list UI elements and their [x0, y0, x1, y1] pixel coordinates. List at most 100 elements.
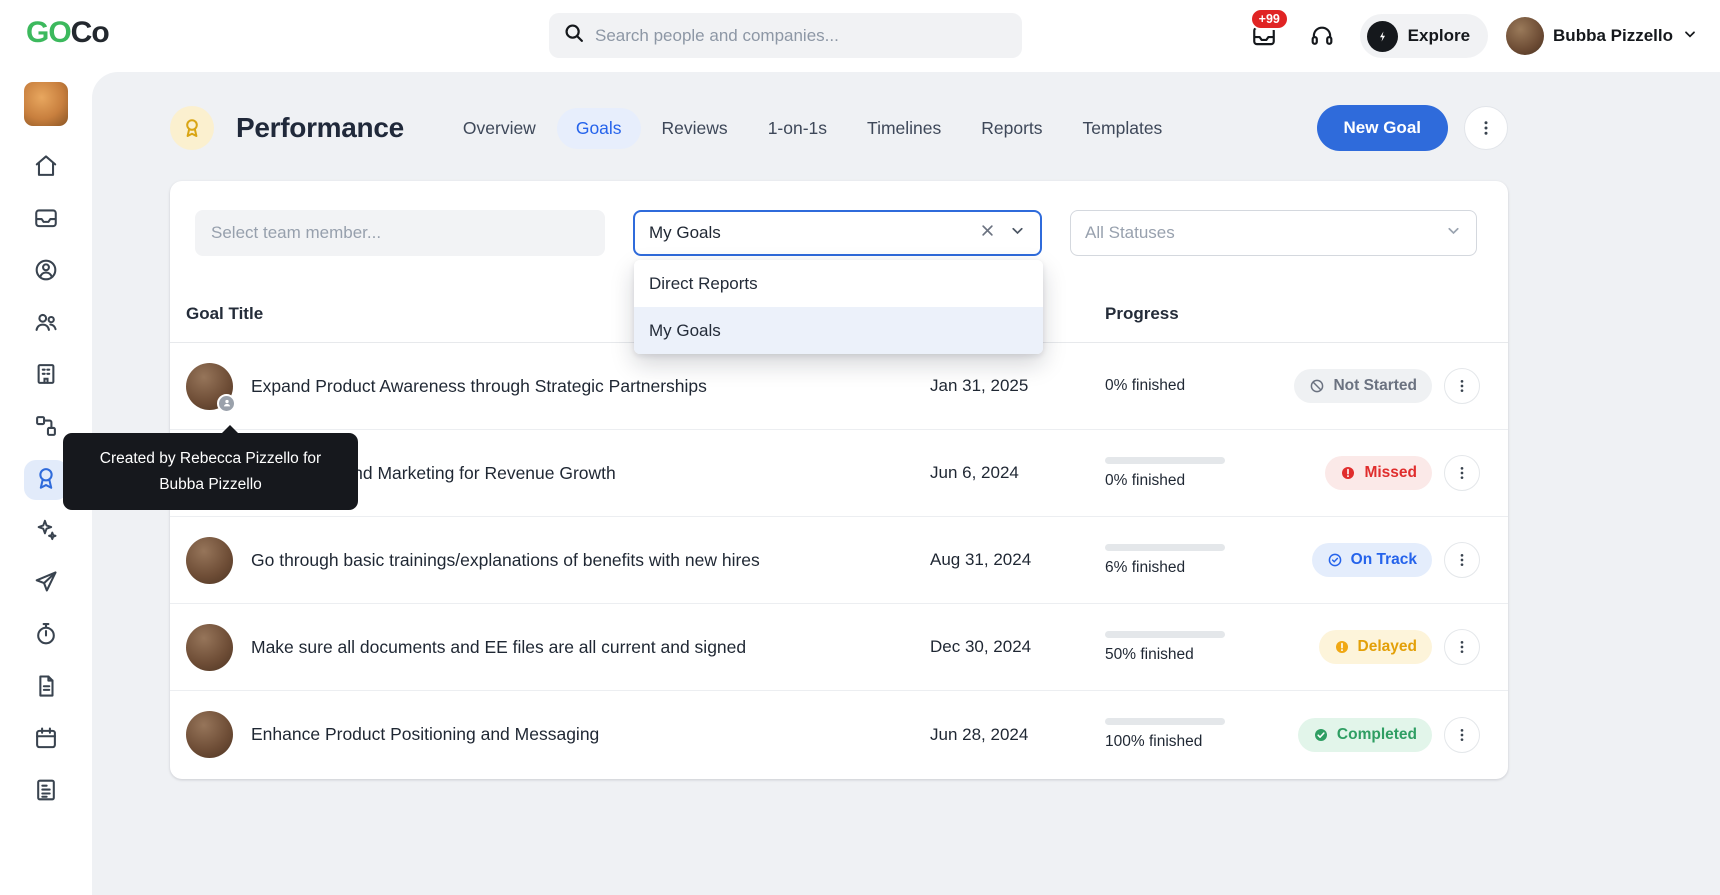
- tab-reviews[interactable]: Reviews: [643, 108, 747, 149]
- topbar: GOCo +99 Explore Bubba Pizzello: [0, 0, 1720, 72]
- building-icon: [33, 361, 59, 392]
- progress-text: 6% finished: [1105, 558, 1186, 576]
- goals-filters: My Goals Direct Reports My: [195, 210, 1477, 354]
- tab-goals[interactable]: Goals: [556, 107, 641, 149]
- goal-progress: 0% finished: [1105, 377, 1320, 395]
- sidebar-item-home[interactable]: [24, 148, 68, 188]
- sidebar-item-inbox[interactable]: [24, 200, 68, 240]
- tooltip-line2: Bubba Pizzello: [159, 475, 262, 493]
- home-icon: [33, 153, 59, 184]
- created-by-badge[interactable]: [217, 393, 236, 413]
- goal-title: Go through basic trainings/explanations …: [251, 549, 760, 570]
- goal-scope-dropdown: Direct Reports My Goals: [634, 260, 1043, 354]
- page-title: Performance: [236, 112, 404, 143]
- chevron-down-icon[interactable]: [1009, 222, 1026, 244]
- goco-logo[interactable]: GO Co: [26, 16, 110, 50]
- goal-due-date: Jan 31, 2025: [930, 376, 1029, 395]
- sidebar-item-documents[interactable]: [24, 668, 68, 708]
- goal-title: Enhance Product Positioning and Messagin…: [251, 724, 600, 744]
- goal-title: Make sure all documents and EE files are…: [251, 636, 747, 657]
- inbox-count-badge: +99: [1249, 8, 1289, 30]
- progress-text: 0% finished: [1105, 471, 1186, 489]
- performance-award-icon: [170, 106, 214, 150]
- goal-row[interactable]: Enhance Product Positioning and Messagin…: [170, 691, 1508, 778]
- sidebar-item-ai-magic[interactable]: [24, 512, 68, 552]
- status-badge: Delayed: [1318, 630, 1432, 664]
- row-menu-button[interactable]: [1444, 455, 1480, 491]
- progress-bar: [1105, 456, 1225, 464]
- option-my-goals[interactable]: My Goals: [634, 307, 1043, 354]
- sidebar-profile-avatar[interactable]: [24, 82, 68, 126]
- workflow-icon: [33, 413, 59, 444]
- row-menu-button[interactable]: [1444, 368, 1480, 404]
- created-by-tooltip: Created by Rebecca Pizzello for Bubba Pi…: [63, 424, 358, 511]
- calendar-icon: [33, 725, 59, 756]
- goal-due-date: Dec 30, 2024: [930, 637, 1032, 656]
- goal-row[interactable]: Align Sales and Marketing for Revenue Gr…: [170, 430, 1508, 517]
- goals-table-body: Expand Product Awareness through Strateg…: [170, 343, 1508, 778]
- goal-row[interactable]: Make sure all documents and EE files are…: [170, 604, 1508, 691]
- user-name: Bubba Pizzello: [1553, 26, 1673, 45]
- goal-due-date: Aug 31, 2024: [930, 550, 1032, 569]
- logo-go-text: GO: [26, 16, 72, 49]
- logo-co-text: Co: [70, 16, 110, 49]
- user-menu[interactable]: Bubba Pizzello: [1506, 17, 1698, 55]
- sidebar-item-calendar[interactable]: [24, 720, 68, 760]
- sidebar-item-profile[interactable]: [24, 252, 68, 292]
- row-menu-button[interactable]: [1444, 716, 1480, 753]
- team-member-filter-input[interactable]: [195, 210, 605, 256]
- new-goal-button[interactable]: New Goal: [1316, 105, 1448, 151]
- goal-owner-avatar: [186, 536, 233, 584]
- goal-row[interactable]: Expand Product Awareness through Strateg…: [170, 343, 1508, 430]
- tab-1-on-1s[interactable]: 1-on-1s: [749, 108, 846, 149]
- goal-progress: 50% finished: [1105, 630, 1320, 664]
- goal-progress: 100% finished: [1105, 718, 1320, 751]
- inbox-button[interactable]: +99: [1244, 8, 1289, 56]
- progress-bar: [1105, 718, 1225, 725]
- sidebar-item-time-off[interactable]: [24, 564, 68, 604]
- page-overflow-menu-button[interactable]: [1464, 106, 1508, 150]
- goal-due-date: Jun 28, 2024: [930, 724, 1029, 744]
- sidebar-item-performance[interactable]: [24, 460, 68, 500]
- goal-title: Expand Product Awareness through Strateg…: [251, 375, 707, 396]
- progress-text: 100% finished: [1105, 733, 1203, 750]
- chevron-down-icon: [1445, 222, 1462, 244]
- goal-due-date: Jun 6, 2024: [930, 463, 1019, 482]
- tab-templates[interactable]: Templates: [1064, 108, 1182, 149]
- status-filter-select[interactable]: All Statuses: [1070, 210, 1477, 256]
- help-headphones-button[interactable]: [1302, 16, 1342, 56]
- sidebar-item-team[interactable]: [24, 304, 68, 344]
- goal-scope-select[interactable]: My Goals Direct Reports My Goals: [633, 210, 1043, 354]
- chevron-down-icon: [1682, 26, 1698, 47]
- people-icon: [33, 309, 59, 340]
- status-badge: Not Started: [1294, 369, 1432, 403]
- tab-reports[interactable]: Reports: [962, 108, 1061, 149]
- explore-label: Explore: [1407, 26, 1471, 45]
- sidebar-item-payroll[interactable]: [24, 772, 68, 812]
- progress-bar: [1105, 630, 1225, 638]
- clear-filter-icon[interactable]: [980, 223, 995, 243]
- airplane-icon: [33, 569, 59, 600]
- row-menu-button[interactable]: [1444, 542, 1480, 578]
- sidebar-item-workflows[interactable]: [24, 408, 68, 448]
- stopwatch-icon: [33, 621, 59, 652]
- explore-button[interactable]: Explore: [1359, 14, 1489, 58]
- goal-progress: 6% finished: [1105, 543, 1320, 577]
- sidebar-item-company[interactable]: [24, 356, 68, 396]
- tab-timelines[interactable]: Timelines: [848, 108, 960, 149]
- option-direct-reports[interactable]: Direct Reports: [634, 260, 1043, 307]
- global-search[interactable]: [549, 13, 1022, 58]
- tooltip-line1: Created by Rebecca Pizzello for: [99, 450, 322, 467]
- status-badge: Completed: [1297, 717, 1432, 752]
- document-icon: [33, 673, 59, 704]
- goal-row[interactable]: Go through basic trainings/explanations …: [170, 517, 1508, 604]
- row-menu-button[interactable]: [1444, 629, 1480, 665]
- search-input[interactable]: [595, 25, 1008, 46]
- sidebar-item-time-tracking[interactable]: [24, 616, 68, 656]
- goal-progress: 0% finished: [1105, 456, 1320, 490]
- award-icon: [33, 465, 59, 496]
- goal-owner-avatar: [186, 362, 236, 413]
- tab-overview[interactable]: Overview: [444, 108, 555, 149]
- status-filter-value: All Statuses: [1085, 223, 1175, 242]
- sparkles-icon: [33, 517, 59, 548]
